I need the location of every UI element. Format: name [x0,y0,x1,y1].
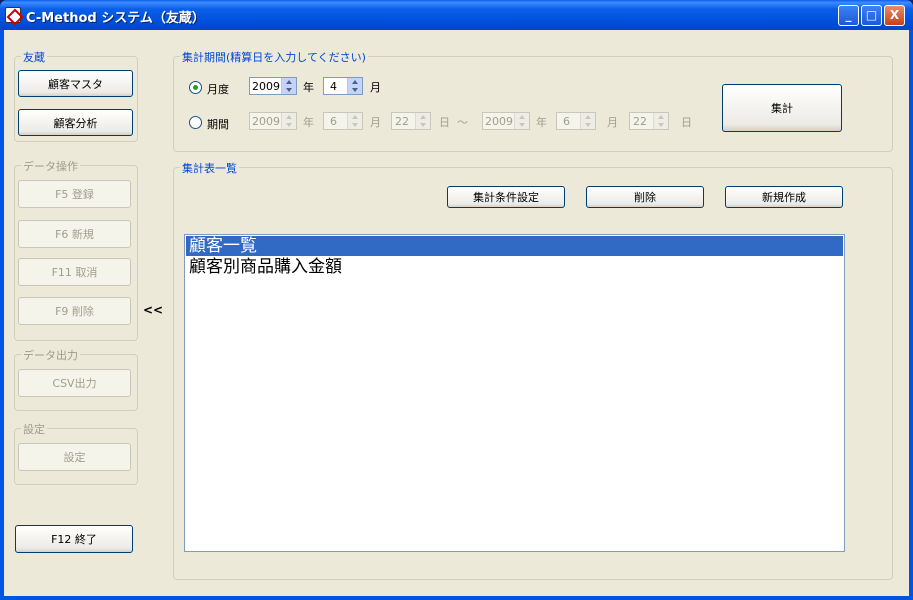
window-title: C-Method システム（友蔵） [26,11,205,26]
spin-arrows-icon[interactable] [347,113,362,129]
group-data-output-label: データ出力 [21,347,80,363]
group-settings-label: 設定 [21,421,47,437]
maximize-button[interactable]: □ [861,5,882,26]
collapse-panel-toggle[interactable]: << [143,303,163,317]
close-button[interactable]: X [884,5,905,26]
group-data-ops-label: データ操作 [21,158,80,174]
delete-button[interactable]: 削除 [586,186,704,208]
aggregate-button[interactable]: 集計 [722,84,842,132]
group-period-label: 集計期間(精算日を入力してください) [180,49,368,65]
monthly-month-value: 4 [330,80,337,93]
f11-cancel-button[interactable]: F11 取消 [18,258,131,286]
range-to-month-unit: 月 [607,116,618,129]
customer-analysis-button[interactable]: 顧客分析 [18,109,133,136]
monthly-year-value: 2009 [252,80,280,93]
spin-arrows-icon[interactable] [514,113,529,129]
range-to-year-spinner[interactable]: 2009 [482,112,530,130]
f5-register-button[interactable]: F5 登録 [18,180,131,208]
range-from-month-spinner[interactable]: 6 [323,112,363,130]
range-separator: ～ [457,116,468,129]
spin-arrows-icon[interactable] [653,113,668,129]
monthly-month-spinner[interactable]: 4 [323,77,363,95]
range-to-year-unit: 年 [536,116,547,129]
f6-new-button[interactable]: F6 新規 [18,220,131,248]
range-to-month-spinner[interactable]: 6 [556,112,596,130]
settings-button[interactable]: 設定 [18,443,131,471]
f9-delete-button[interactable]: F9 削除 [18,297,131,325]
spin-arrows-icon[interactable] [347,78,362,94]
csv-output-button[interactable]: CSV出力 [18,369,131,397]
range-from-year-spinner[interactable]: 2009 [249,112,297,130]
range-radio[interactable] [189,116,202,129]
monthly-year-spinner[interactable]: 2009 [249,77,297,95]
spin-arrows-icon[interactable] [281,113,296,129]
range-to-year-value: 2009 [485,115,513,128]
app-window: C-Method システム（友蔵） _ □ X 友蔵 顧客マスタ 顧客分析 デー… [0,0,913,600]
create-new-button[interactable]: 新規作成 [725,186,843,208]
range-from-month-value: 6 [330,115,337,128]
title-bar[interactable]: C-Method システム（友蔵） _ □ X [0,0,913,30]
range-to-month-value: 6 [563,115,570,128]
monthly-year-unit: 年 [303,81,314,94]
app-icon [5,7,21,23]
range-from-day-value: 22 [395,115,409,128]
range-to-day-unit: 日 [681,116,692,129]
aggregation-conditions-button[interactable]: 集計条件設定 [447,186,565,208]
group-table-list-label: 集計表一覧 [180,160,239,176]
monthly-month-unit: 月 [370,81,381,94]
spin-arrows-icon[interactable] [580,113,595,129]
list-item[interactable]: 顧客別商品購入金額 [186,257,843,277]
range-from-day-unit: 日 [439,116,450,129]
spin-arrows-icon[interactable] [281,78,296,94]
range-from-year-value: 2009 [252,115,280,128]
monthly-radio[interactable] [189,81,202,94]
group-main-label: 友蔵 [21,49,47,65]
range-to-day-value: 22 [633,115,647,128]
range-from-day-spinner[interactable]: 22 [391,112,431,130]
range-to-day-spinner[interactable]: 22 [629,112,669,130]
f12-exit-button[interactable]: F12 終了 [15,525,133,553]
customer-master-button[interactable]: 顧客マスタ [18,70,133,97]
range-label: 期間 [207,118,229,131]
range-from-month-unit: 月 [370,116,381,129]
range-from-year-unit: 年 [303,116,314,129]
monthly-label: 月度 [207,83,229,96]
client-area: 友蔵 顧客マスタ 顧客分析 データ操作 F5 登録 F6 新規 F11 取消 F… [4,30,909,596]
spin-arrows-icon[interactable] [415,113,430,129]
aggregate-table-list[interactable]: 顧客一覧 顧客別商品購入金額 [184,234,845,552]
list-item[interactable]: 顧客一覧 [186,236,843,256]
minimize-button[interactable]: _ [838,5,859,26]
